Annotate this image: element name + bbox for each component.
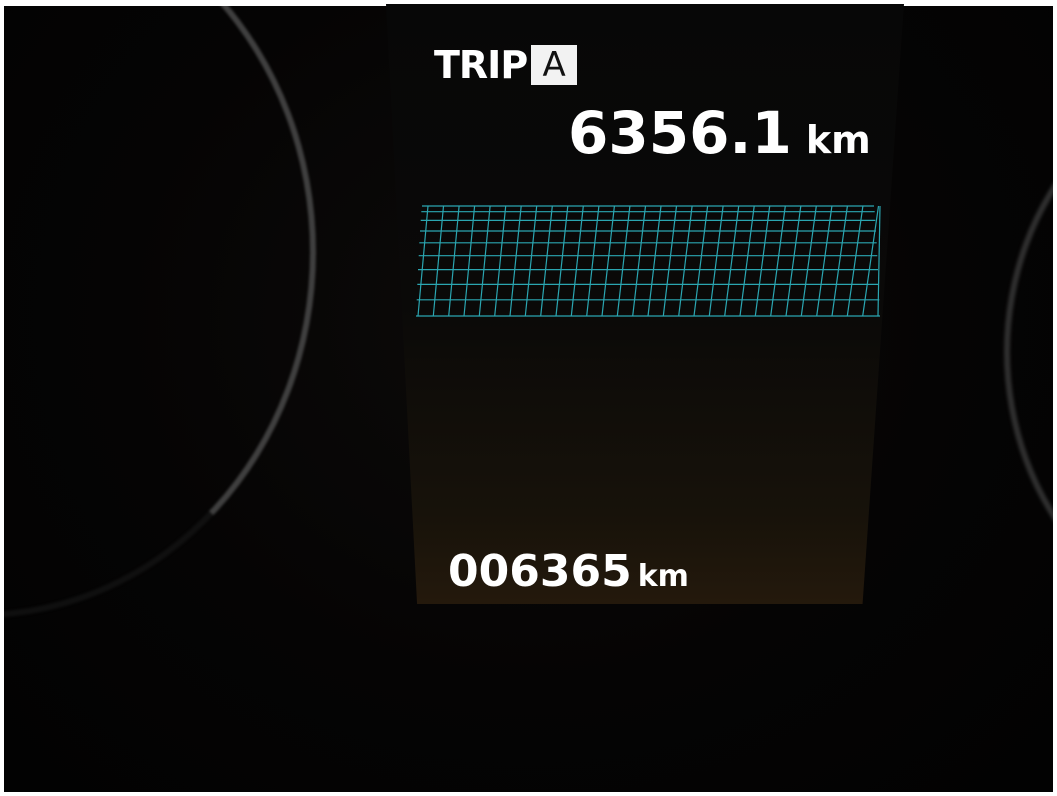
perspective-grid-graphic — [416, 205, 881, 317]
photo-frame: TRIP A 6356.1 km 006365 km — [0, 0, 1057, 796]
right-gauge-ring — [1004, 66, 1053, 638]
trip-distance-value: 6356.1 — [568, 99, 792, 167]
trip-distance-unit: km — [805, 118, 871, 162]
trip-label: TRIP — [434, 43, 528, 87]
odometer: 006365 km — [448, 544, 689, 605]
odometer-value: 006365 — [448, 546, 632, 597]
left-gauge-dim-marking — [144, 228, 192, 284]
odometer-unit: km — [637, 559, 689, 594]
left-gauge-ring — [4, 6, 316, 618]
trip-distance: 6356.1 km — [568, 98, 871, 175]
trip-meter-badge: A — [531, 45, 578, 85]
trip-header: TRIP A — [434, 42, 578, 88]
